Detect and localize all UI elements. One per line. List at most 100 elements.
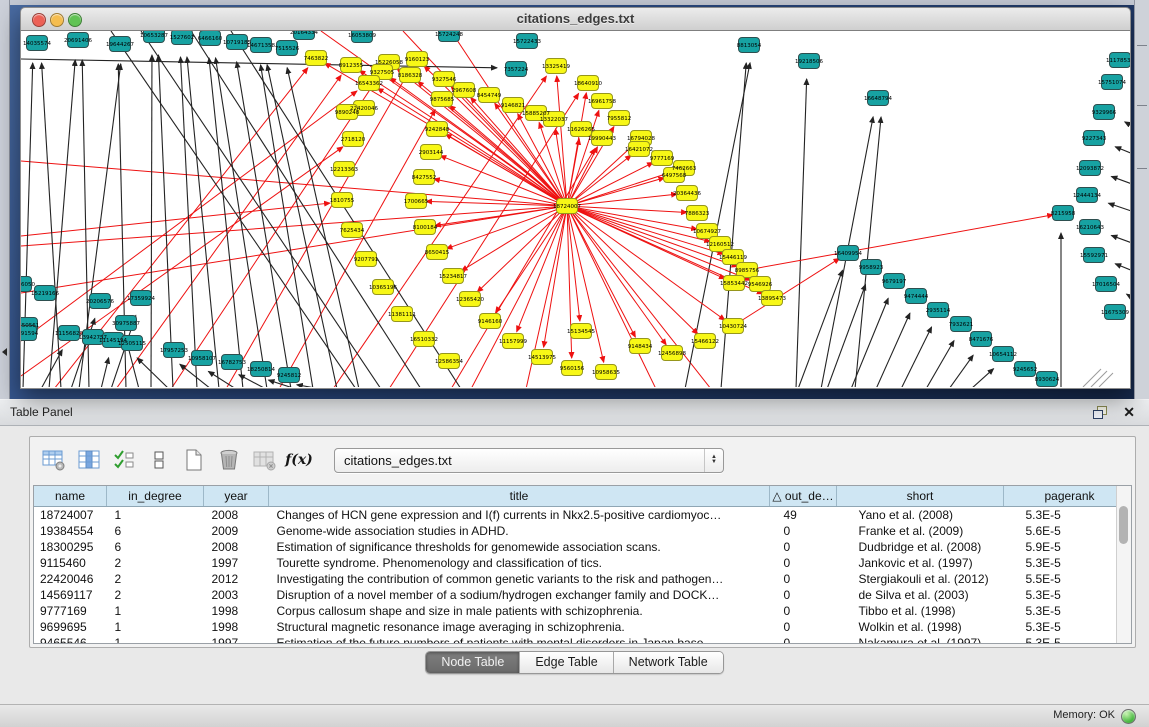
citation-edge-red — [496, 206, 567, 313]
graph-node-label: 30975887 — [112, 321, 140, 327]
graph-node-label: 15234817 — [439, 274, 467, 280]
column-header[interactable]: title — [269, 486, 770, 507]
citation-edge-red — [477, 206, 567, 292]
graph-node-label: 9227343 — [1082, 136, 1107, 142]
panel-collapse-arrow-icon[interactable] — [2, 348, 7, 356]
graph-node-label: 16648794 — [864, 96, 892, 102]
graph-node-label: 9875685 — [430, 97, 455, 103]
float-panel-icon[interactable] — [1093, 406, 1107, 419]
graph-node-label: 15446119 — [719, 255, 747, 261]
graph-node-label: 9160123 — [405, 57, 430, 63]
graph-node-label: 9327505 — [370, 70, 395, 76]
graph-node-label: 8985756 — [735, 268, 760, 274]
table-toolbar-box: f(x) citations_edges.txt ▲▼ namein_degre… — [29, 436, 1136, 648]
resize-grip-line — [1083, 369, 1101, 387]
citation-edge-black — [137, 358, 169, 387]
graph-node-label: 9679197 — [882, 279, 907, 285]
graph-node-label: 10958107 — [188, 356, 216, 362]
table-row[interactable]: 1872400712008Changes of HCN gene express… — [34, 507, 1132, 524]
citation-edge-red — [567, 155, 631, 206]
table-scrollbar-thumb[interactable] — [1119, 506, 1128, 544]
table-select-dropdown[interactable]: citations_edges.txt ▲▼ — [334, 448, 724, 473]
table-scrollbar[interactable] — [1116, 486, 1131, 643]
graph-node-label: 15853442 — [720, 281, 748, 287]
function-icon[interactable]: f(x) — [285, 447, 313, 473]
graph-node-label: 12365420 — [456, 297, 484, 303]
citation-edge-red — [567, 206, 698, 334]
citation-edge-red — [747, 215, 1053, 270]
graph-node-label: 8930624 — [1035, 377, 1060, 383]
dropdown-stepper-icon: ▲▼ — [704, 449, 723, 472]
graph-node-label: 8100184 — [413, 225, 438, 231]
network-view-background: citations_edges.txt 18724007746382289123… — [0, 0, 1149, 399]
graph-node-label: 9777169 — [650, 156, 675, 162]
graph-node-label: 6466160 — [198, 36, 223, 42]
delete-trash-icon[interactable] — [215, 447, 243, 473]
graph-node-label: 9245812 — [277, 373, 302, 379]
resize-grip-line — [1099, 373, 1113, 387]
tab-node-table[interactable]: Node Table — [426, 652, 520, 673]
table-row[interactable]: 1456911722003Disruption of a novel membe… — [34, 587, 1132, 603]
window-titlebar[interactable]: citations_edges.txt — [20, 7, 1131, 31]
citation-edge-red — [517, 206, 567, 332]
column-header[interactable]: name — [34, 486, 107, 507]
citation-edge-black — [191, 31, 421, 387]
graph-node-label: 10430724 — [719, 324, 747, 330]
graph-node-label: 20691406 — [64, 38, 92, 44]
graph-node-label: 9327546 — [432, 77, 457, 83]
column-header[interactable]: year — [204, 486, 269, 507]
column-header[interactable]: pagerank — [1004, 486, 1133, 507]
table-panel: Table Panel ✕ — [0, 399, 1149, 705]
graph-node-label: 8186328 — [398, 73, 423, 79]
graph-node-label: 15466122 — [691, 339, 719, 345]
citation-edge-black — [261, 65, 313, 387]
table-panel-header: Table Panel ✕ — [0, 399, 1149, 426]
graph-node-label: 1810755 — [330, 198, 355, 204]
graph-node-label: 16210643 — [1076, 225, 1104, 231]
column-chooser-icon[interactable] — [75, 447, 103, 473]
table-row[interactable]: 977716911998Corpus callosum shape and si… — [34, 603, 1132, 619]
table-row[interactable]: 2242004622012Investigating the contribut… — [34, 571, 1132, 587]
graph-node-label: 8650415 — [425, 250, 450, 256]
graph-node-label: 19644267 — [106, 42, 134, 48]
table-row[interactable]: 911546021997Tourette syndrome. Phenomeno… — [34, 555, 1132, 571]
citation-edge-black — [237, 62, 291, 387]
node-attribute-grid: namein_degreeyeartitle△ out_de…shortpage… — [34, 486, 1132, 644]
citation-edge-red — [21, 147, 343, 376]
graph-node-label: 9242848 — [425, 127, 450, 133]
window-title: citations_edges.txt — [21, 11, 1130, 26]
row-checks-icon[interactable] — [110, 447, 138, 473]
graph-node-label: 11675309 — [1101, 310, 1129, 316]
graph-node-label: 9546926 — [748, 282, 773, 288]
citation-edge-black — [1111, 235, 1130, 247]
citation-edge-black — [1125, 122, 1130, 132]
citation-edge-black — [297, 385, 321, 387]
close-panel-icon[interactable]: ✕ — [1123, 403, 1135, 421]
new-file-icon[interactable] — [180, 447, 208, 473]
table-row[interactable]: 969969511998Structural magnetic resonanc… — [34, 619, 1132, 635]
table-settings-icon[interactable] — [40, 447, 68, 473]
table-row[interactable]: 946554611997Estimation of the future num… — [34, 635, 1132, 644]
column-header[interactable]: △ out_de… — [770, 486, 837, 507]
citation-edge-red — [557, 76, 567, 206]
graph-node-label: 14671358 — [247, 43, 275, 49]
table-row[interactable]: 1938455462009Genome-wide association stu… — [34, 523, 1132, 539]
citation-edge-black — [216, 58, 267, 387]
rows-icon[interactable] — [145, 447, 173, 473]
graph-node-label: 16053809 — [348, 33, 376, 39]
graph-node-label: 6497568 — [662, 173, 687, 179]
column-header[interactable]: short — [837, 486, 1004, 507]
graph-node-label: 17957253 — [160, 348, 188, 354]
citation-edge-black — [876, 313, 910, 387]
graph-node-label: 7886323 — [685, 211, 710, 217]
tab-edge-table[interactable]: Edge Table — [520, 652, 613, 673]
tab-network-table[interactable]: Network Table — [614, 652, 723, 673]
table-row[interactable]: 1830029562008Estimation of significance … — [34, 539, 1132, 555]
citation-edge-red — [446, 134, 567, 206]
citation-graph[interactable]: 1872400774638228912355152260589327505818… — [21, 31, 1130, 387]
column-header[interactable]: in_degree — [107, 486, 204, 507]
graph-node-label: 8427552 — [412, 175, 437, 181]
network-canvas[interactable]: 1872400774638228912355152260589327505818… — [20, 31, 1131, 389]
graph-node-label: 12444134 — [1073, 193, 1101, 199]
memory-status-indicator — [1121, 709, 1136, 724]
